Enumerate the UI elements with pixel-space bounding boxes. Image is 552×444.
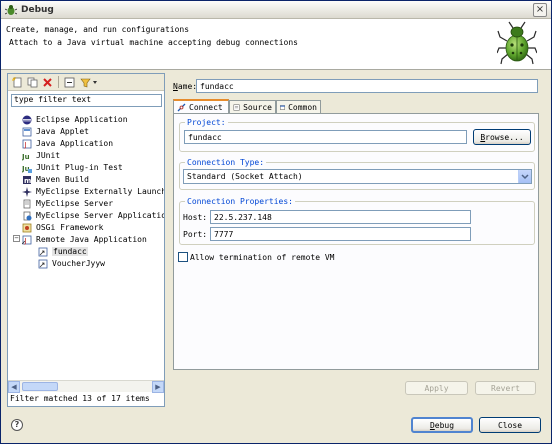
- svg-text:J: J: [24, 237, 27, 245]
- remote-config-icon: [38, 247, 48, 256]
- debug-bug-icon: [5, 5, 17, 15]
- header-title: Create, manage, and run configurations: [6, 25, 190, 34]
- close-button[interactable]: Close: [479, 417, 541, 433]
- window-title: Debug: [21, 5, 54, 15]
- tree-item-java-application[interactable]: J Java Application: [22, 138, 113, 149]
- project-group: Project: fundacc Browse...: [179, 118, 535, 152]
- port-label: Port:: [183, 230, 208, 239]
- tab-common[interactable]: Common: [276, 100, 321, 113]
- myeclipse-external-icon: [22, 186, 32, 197]
- title-bar: Debug ×: [1, 1, 551, 19]
- allow-termination-label: Allow termination of remote VM: [190, 253, 335, 262]
- delete-config-button[interactable]: [41, 76, 54, 88]
- osgi-icon: [22, 223, 32, 232]
- collapse-all-button[interactable]: [63, 76, 76, 88]
- tree-item-remote-java-application[interactable]: J Remote Java Application: [22, 234, 147, 245]
- scroll-right-button[interactable]: ▶: [152, 381, 164, 393]
- tree-item-java-applet[interactable]: Java Applet: [22, 126, 89, 137]
- tree-item-eclipse-application[interactable]: Eclipse Application: [22, 114, 128, 125]
- scroll-left-button[interactable]: ◀: [8, 381, 20, 393]
- remote-config-icon: [38, 259, 48, 268]
- filter-menu-button[interactable]: [79, 76, 99, 88]
- filter-icon: [80, 78, 97, 87]
- duplicate-config-button[interactable]: [26, 76, 39, 88]
- tree-item-junit[interactable]: Ju JUnit: [22, 150, 60, 161]
- tree-item-myeclipse-server[interactable]: MyEclipse Server: [22, 198, 113, 209]
- config-name-input[interactable]: fundacc: [196, 79, 538, 93]
- tab-source[interactable]: Source: [229, 100, 276, 113]
- eclipse-icon: [22, 115, 32, 124]
- host-label: Host:: [183, 213, 208, 222]
- connect-tab-content: Project: fundacc Browse... Connection Ty…: [173, 113, 539, 395]
- tree-item-maven-build[interactable]: m Maven Build: [22, 174, 89, 185]
- duplicate-icon: [27, 77, 38, 87]
- allow-termination-checkbox[interactable]: [178, 252, 188, 262]
- browse-button[interactable]: Browse...: [473, 129, 531, 145]
- common-icon: [280, 104, 286, 110]
- svg-text:Ju: Ju: [22, 153, 30, 161]
- host-input[interactable]: 22.5.237.148: [210, 210, 471, 224]
- tree-item-fundacc[interactable]: fundacc: [38, 246, 88, 257]
- collapse-all-icon: [64, 77, 75, 87]
- junit-plugin-icon: Ju: [22, 165, 32, 173]
- new-config-icon: [12, 76, 22, 87]
- remote-java-collapse-toggle[interactable]: −: [13, 235, 20, 242]
- debug-button[interactable]: Debug: [411, 417, 473, 433]
- svg-text:J: J: [24, 141, 27, 149]
- connection-properties-group-title: Connection Properties:: [185, 197, 295, 206]
- svg-text:m: m: [24, 177, 31, 185]
- config-toolbar: [8, 74, 164, 91]
- debug-dialog: Debug × Create, manage, and run configur…: [0, 0, 552, 444]
- tree-horizontal-scrollbar[interactable]: ◀ ▶: [8, 380, 164, 393]
- tree-item-junit-plugin-test[interactable]: Ju JUnit Plug-in Test: [22, 162, 123, 173]
- apply-button[interactable]: Apply: [405, 381, 468, 395]
- server-icon: [23, 199, 31, 208]
- source-icon: [233, 103, 240, 111]
- maven-icon: m: [23, 175, 31, 185]
- tree-item-myeclipse-server-application[interactable]: MyEclipse Server Application: [22, 210, 164, 221]
- project-group-title: Project:: [185, 118, 228, 127]
- new-config-button[interactable]: [11, 76, 24, 88]
- config-tree: Eclipse Application Java Applet J Java A…: [8, 112, 164, 380]
- filter-status: Filter matched 13 of 17 items: [10, 394, 150, 403]
- applet-icon: [22, 127, 32, 136]
- connect-icon: [177, 103, 186, 111]
- header-message: Attach to a Java virtual machine accepti…: [9, 38, 298, 47]
- filter-input[interactable]: type filter text: [11, 94, 162, 107]
- connection-type-select[interactable]: Standard (Socket Attach): [183, 169, 532, 184]
- tree-item-osgi-framework[interactable]: OSGi Framework: [22, 222, 103, 233]
- connection-properties-group: Connection Properties: Host: 22.5.237.14…: [179, 197, 535, 245]
- name-label: Name:: [173, 82, 198, 91]
- tree-item-myeclipse-externally-launched[interactable]: MyEclipse Externally Launched: [22, 186, 164, 197]
- project-input[interactable]: fundacc: [184, 130, 467, 144]
- server-app-icon: [23, 211, 32, 220]
- junit-icon: Ju: [22, 153, 30, 161]
- connection-type-group-title: Connection Type:: [185, 158, 267, 167]
- toolbar-separator: [58, 76, 59, 88]
- scroll-thumb[interactable]: [22, 382, 58, 391]
- delete-icon: [43, 77, 52, 87]
- tab-connect[interactable]: Connect: [173, 99, 229, 113]
- tree-item-voucherjyyw[interactable]: VoucherJyyw: [38, 258, 105, 269]
- connection-type-group: Connection Type: Standard (Socket Attach…: [179, 158, 535, 190]
- debug-banner-bug-icon: [497, 21, 537, 65]
- revert-button[interactable]: Revert: [475, 381, 536, 395]
- dialog-header: Create, manage, and run configurations A…: [1, 19, 551, 70]
- remote-java-icon: J: [22, 235, 32, 245]
- dropdown-arrow-icon[interactable]: [518, 170, 531, 183]
- launch-config-panel: type filter text Eclipse Application Jav…: [7, 73, 165, 407]
- port-input[interactable]: 7777: [210, 227, 471, 241]
- window-close-button[interactable]: ×: [533, 3, 547, 17]
- help-icon[interactable]: ?: [11, 419, 23, 431]
- java-app-icon: J: [22, 139, 32, 149]
